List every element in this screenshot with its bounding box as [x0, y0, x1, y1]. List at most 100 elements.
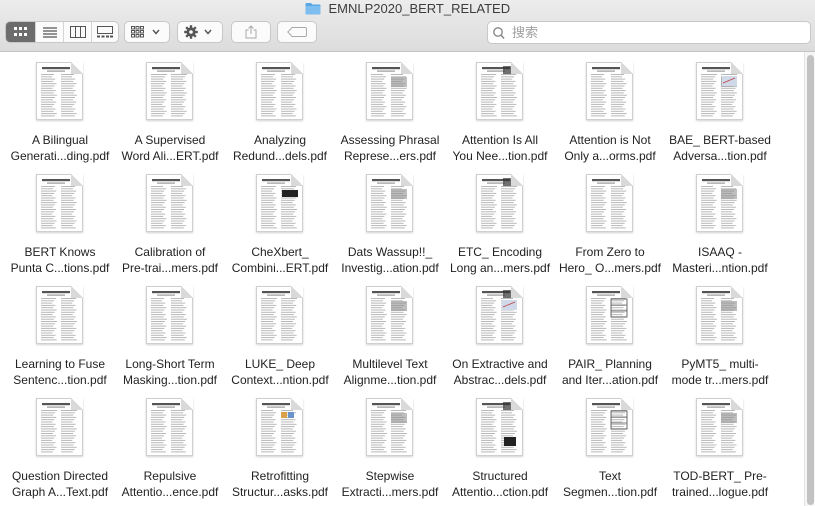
view-list-button[interactable] [35, 22, 63, 42]
file-name-line1: LUKE_ Deep [244, 357, 316, 371]
file-item[interactable]: Repulsive Attentio...ence.pdf [115, 393, 225, 501]
file-item[interactable]: Long-Short Term Masking...tion.pdf [115, 281, 225, 389]
file-item[interactable]: Calibration of Pre-trai...mers.pdf [115, 169, 225, 277]
file-item[interactable]: Structured Attentio...ction.pdf [445, 393, 555, 501]
file-name-line1: TOD-BERT_ Pre- [673, 469, 767, 483]
pdf-document-icon [696, 62, 743, 120]
file-name-line2: Segmen...tion.pdf [562, 485, 658, 499]
file-name-line2: Context...ntion.pdf [231, 373, 329, 387]
file-item[interactable]: On Extractive and Abstrac...dels.pdf [445, 281, 555, 389]
icon-grid-icon [13, 27, 27, 36]
file-name-line2: Punta C...tions.pdf [10, 261, 110, 275]
view-mode-segmented [5, 21, 119, 43]
vertical-scrollbar[interactable] [804, 52, 815, 506]
gear-icon [184, 25, 212, 39]
file-name-line2: Represe...ers.pdf [343, 149, 437, 163]
view-columns-button[interactable] [63, 22, 91, 42]
file-name-line1: Structured [472, 469, 528, 483]
file-item[interactable]: A Supervised Word Ali...ERT.pdf [115, 57, 225, 165]
file-name: Repulsive Attentio...ence.pdf [115, 468, 225, 500]
chevron-down-icon [152, 29, 160, 35]
file-name-line2: Only a...orms.pdf [564, 149, 656, 163]
tag-button[interactable] [277, 21, 317, 43]
pdf-document-icon [256, 398, 303, 456]
view-gallery-button[interactable] [91, 22, 118, 42]
file-item[interactable]: Dats Wassup!!_ Investig...ation.pdf [335, 169, 445, 277]
share-button[interactable] [231, 21, 271, 43]
file-item[interactable]: ETC_ Encoding Long an...mers.pdf [445, 169, 555, 277]
gallery-icon [97, 26, 113, 38]
file-item[interactable]: LUKE_ Deep Context...ntion.pdf [225, 281, 335, 389]
file-item[interactable]: Stepwise Extracti...mers.pdf [335, 393, 445, 501]
file-name-line2: Investig...ation.pdf [341, 261, 439, 275]
pdf-document-icon [366, 62, 413, 120]
scrollbar-thumb[interactable] [807, 55, 814, 505]
file-name: PAIR_ Planning and Iter...ation.pdf [555, 356, 665, 388]
pdf-document-icon [366, 174, 413, 232]
file-name-line2: Extracti...mers.pdf [341, 485, 439, 499]
file-item[interactable]: Retrofitting Structur...asks.pdf [225, 393, 335, 501]
file-item[interactable]: Question Directed Graph A...Text.pdf [5, 393, 115, 501]
file-name-line1: Learning to Fuse [14, 357, 106, 371]
columns-icon [69, 26, 86, 38]
file-item[interactable]: A Bilingual Generati...ding.pdf [5, 57, 115, 165]
file-name-line1: BAE_ BERT-based [669, 133, 771, 147]
file-item[interactable]: Attention Is All You Nee...tion.pdf [445, 57, 555, 165]
window-title: EMNLP2020_BERT_RELATED [328, 1, 511, 16]
file-name: BAE_ BERT-based Adversa...tion.pdf [665, 132, 775, 164]
pdf-document-icon [586, 398, 633, 456]
file-item[interactable]: Analyzing Redund...dels.pdf [225, 57, 335, 165]
file-name-line1: Analyzing [253, 133, 307, 147]
file-name: Attention Is All You Nee...tion.pdf [445, 132, 555, 164]
file-name: Retrofitting Structur...asks.pdf [225, 468, 335, 500]
file-item[interactable]: ISAAQ - Masteri...ntion.pdf [665, 169, 775, 277]
file-item[interactable]: TOD-BERT_ Pre-trained...logue.pdf [665, 393, 775, 501]
file-item[interactable]: Attention is Not Only a...orms.pdf [555, 57, 665, 165]
file-name-line1: A Supervised [134, 133, 206, 147]
file-name: Text Segmen...tion.pdf [555, 468, 665, 500]
file-item[interactable]: PAIR_ Planning and Iter...ation.pdf [555, 281, 665, 389]
file-item[interactable]: From Zero to Hero_ O...mers.pdf [555, 169, 665, 277]
file-name-line2: Combini...ERT.pdf [231, 261, 329, 275]
file-name-line1: Multilevel Text [352, 357, 428, 371]
file-name-line2: mode tr...mers.pdf [671, 373, 769, 387]
pdf-document-icon [696, 286, 743, 344]
file-name-line1: Question Directed [11, 469, 109, 483]
list-icon [42, 27, 57, 38]
file-item[interactable]: Text Segmen...tion.pdf [555, 393, 665, 501]
pdf-document-icon [696, 174, 743, 232]
file-name: BERT Knows Punta C...tions.pdf [5, 244, 115, 276]
view-icons-button[interactable] [6, 22, 35, 42]
share-icon [245, 25, 257, 39]
file-name: Structured Attentio...ction.pdf [445, 468, 555, 500]
group-by-button[interactable] [124, 21, 170, 43]
file-item[interactable]: BERT Knows Punta C...tions.pdf [5, 169, 115, 277]
pdf-document-icon [586, 286, 633, 344]
file-name: Learning to Fuse Sentenc...tion.pdf [5, 356, 115, 388]
file-item[interactable]: Learning to Fuse Sentenc...tion.pdf [5, 281, 115, 389]
file-item[interactable]: Multilevel Text Alignme...tion.pdf [335, 281, 445, 389]
file-name-line1: PyMT5_ multi- [681, 357, 759, 371]
file-name-line1: On Extractive and [452, 357, 548, 371]
pdf-document-icon [586, 174, 633, 232]
file-name: ISAAQ - Masteri...ntion.pdf [665, 244, 775, 276]
action-button[interactable] [177, 21, 223, 43]
file-name-line2: Structur...asks.pdf [231, 485, 329, 499]
pdf-document-icon [476, 174, 523, 232]
pdf-document-icon [146, 286, 193, 344]
file-name-line2: Attentio...ence.pdf [121, 485, 219, 499]
file-name: PyMT5_ multi-mode tr...mers.pdf [665, 356, 775, 388]
file-item[interactable]: Assessing Phrasal Represe...ers.pdf [335, 57, 445, 165]
file-name: From Zero to Hero_ O...mers.pdf [555, 244, 665, 276]
search-field[interactable] [487, 21, 811, 44]
file-name-line2: Abstrac...dels.pdf [453, 373, 547, 387]
pdf-document-icon [476, 286, 523, 344]
file-name: Long-Short Term Masking...tion.pdf [115, 356, 225, 388]
pdf-document-icon [146, 174, 193, 232]
file-item[interactable]: BAE_ BERT-based Adversa...tion.pdf [665, 57, 775, 165]
search-input[interactable] [510, 23, 810, 42]
file-name-line1: ISAAQ - [697, 245, 742, 259]
file-item[interactable]: CheXbert_ Combini...ERT.pdf [225, 169, 335, 277]
pdf-document-icon [256, 286, 303, 344]
file-item[interactable]: PyMT5_ multi-mode tr...mers.pdf [665, 281, 775, 389]
